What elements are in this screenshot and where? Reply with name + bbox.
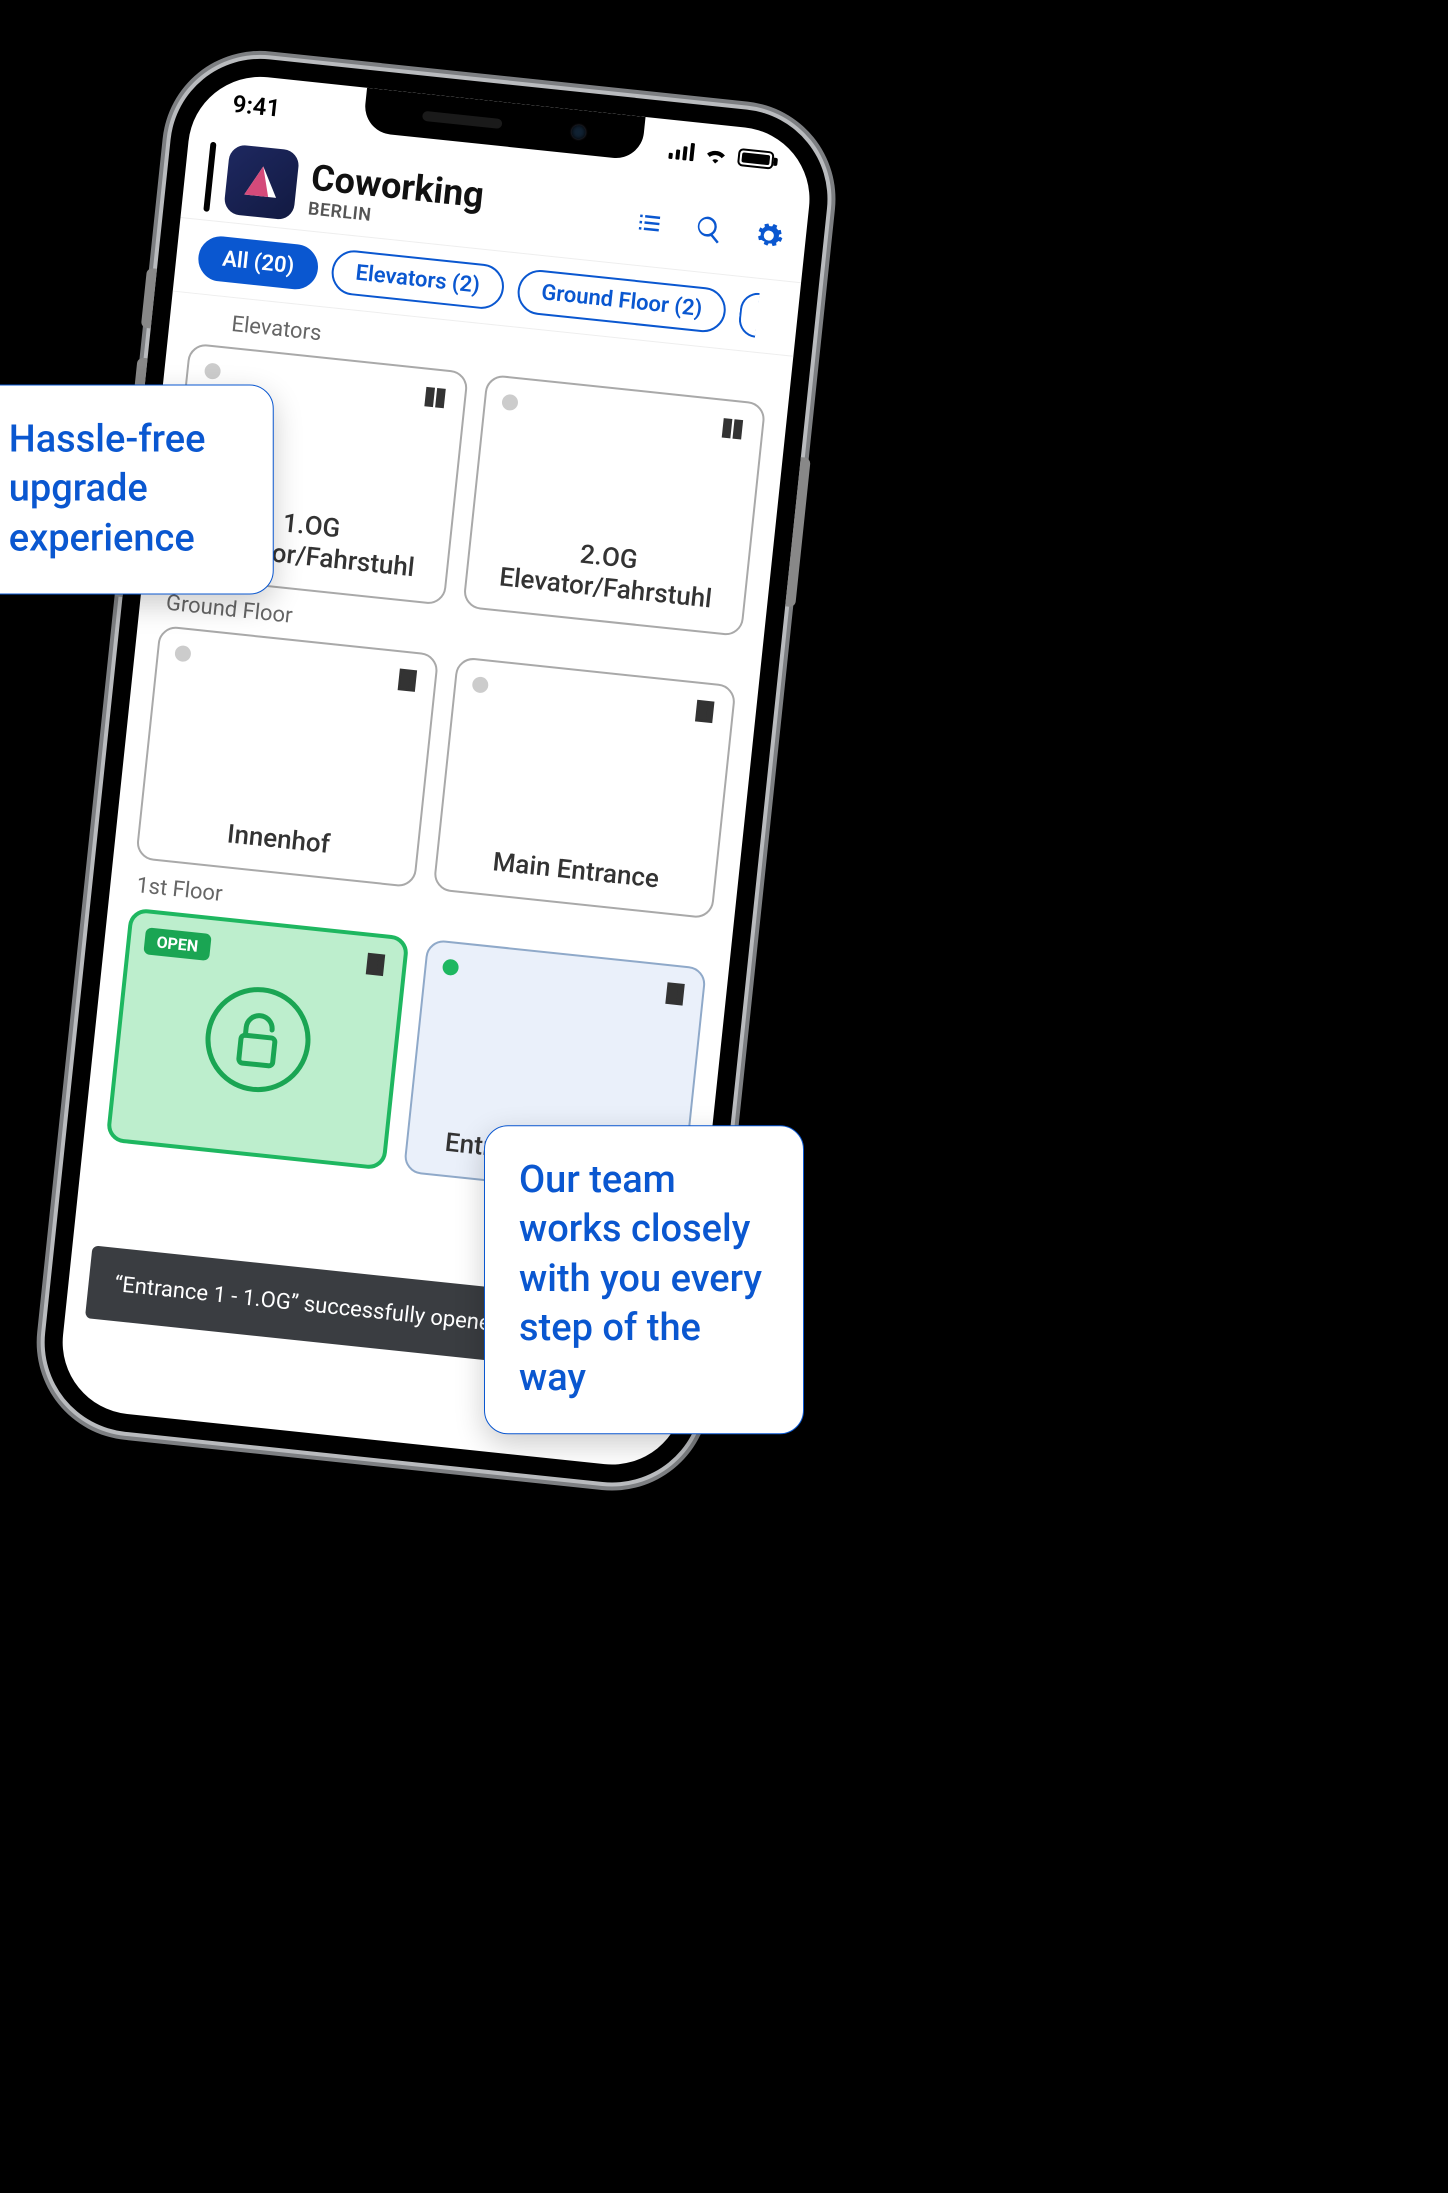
status-dot (442, 959, 460, 977)
search-icon[interactable] (693, 213, 726, 246)
elevator-icon (421, 383, 450, 412)
chip-count: (2) (451, 271, 481, 299)
tile-label: 2.OG Elevator/Fahrstuhl (482, 530, 732, 618)
chip-label: Elevators (354, 261, 447, 295)
door-icon (363, 950, 388, 978)
tile-elevator-2og[interactable]: 2.OG Elevator/Fahrstuhl (462, 374, 766, 637)
door-icon (663, 980, 688, 1008)
tile-main-entrance[interactable]: Main Entrance (433, 656, 737, 919)
door-icon (692, 697, 717, 725)
drawer-handle[interactable] (203, 142, 216, 212)
tile-label: Innenhof (155, 812, 402, 869)
toast-text: “Entrance 1 - 1.OG” successfully opened. (113, 1272, 510, 1338)
app-logo (223, 144, 300, 221)
door-icon (395, 666, 420, 694)
wifi-icon (703, 144, 729, 164)
battery-icon (737, 148, 775, 170)
phone-power-button (785, 457, 811, 607)
phone-side-button (141, 268, 157, 329)
list-icon[interactable] (633, 207, 666, 240)
chip-count: (20) (252, 250, 295, 279)
chip-count: (2) (673, 294, 703, 322)
tile-entrance-1-open[interactable]: OPEN (106, 907, 410, 1170)
chip-label: Ground Floor (540, 280, 670, 318)
signal-icon (668, 141, 695, 162)
chip-elevators[interactable]: Elevators (2) (330, 248, 506, 311)
status-dot (471, 676, 489, 694)
status-time: 9:41 (231, 90, 281, 123)
gear-icon[interactable] (752, 219, 785, 252)
status-dot (204, 362, 222, 380)
tile-innenhof[interactable]: Innenhof (135, 625, 439, 888)
callout-team: Our team works closely with you every st… (484, 1125, 804, 1434)
tile-label: Main Entrance (452, 843, 699, 900)
chip-overflow[interactable] (737, 291, 759, 338)
chip-all[interactable]: All (20) (196, 234, 320, 291)
chip-label: All (221, 247, 250, 275)
unlock-icon (197, 979, 318, 1100)
status-dot (501, 394, 519, 412)
callout-upgrade: Hassle-free upgrade experience (0, 385, 274, 595)
elevator-icon (718, 415, 747, 444)
status-dot (174, 645, 192, 663)
chip-ground-floor[interactable]: Ground Floor (2) (515, 268, 728, 335)
